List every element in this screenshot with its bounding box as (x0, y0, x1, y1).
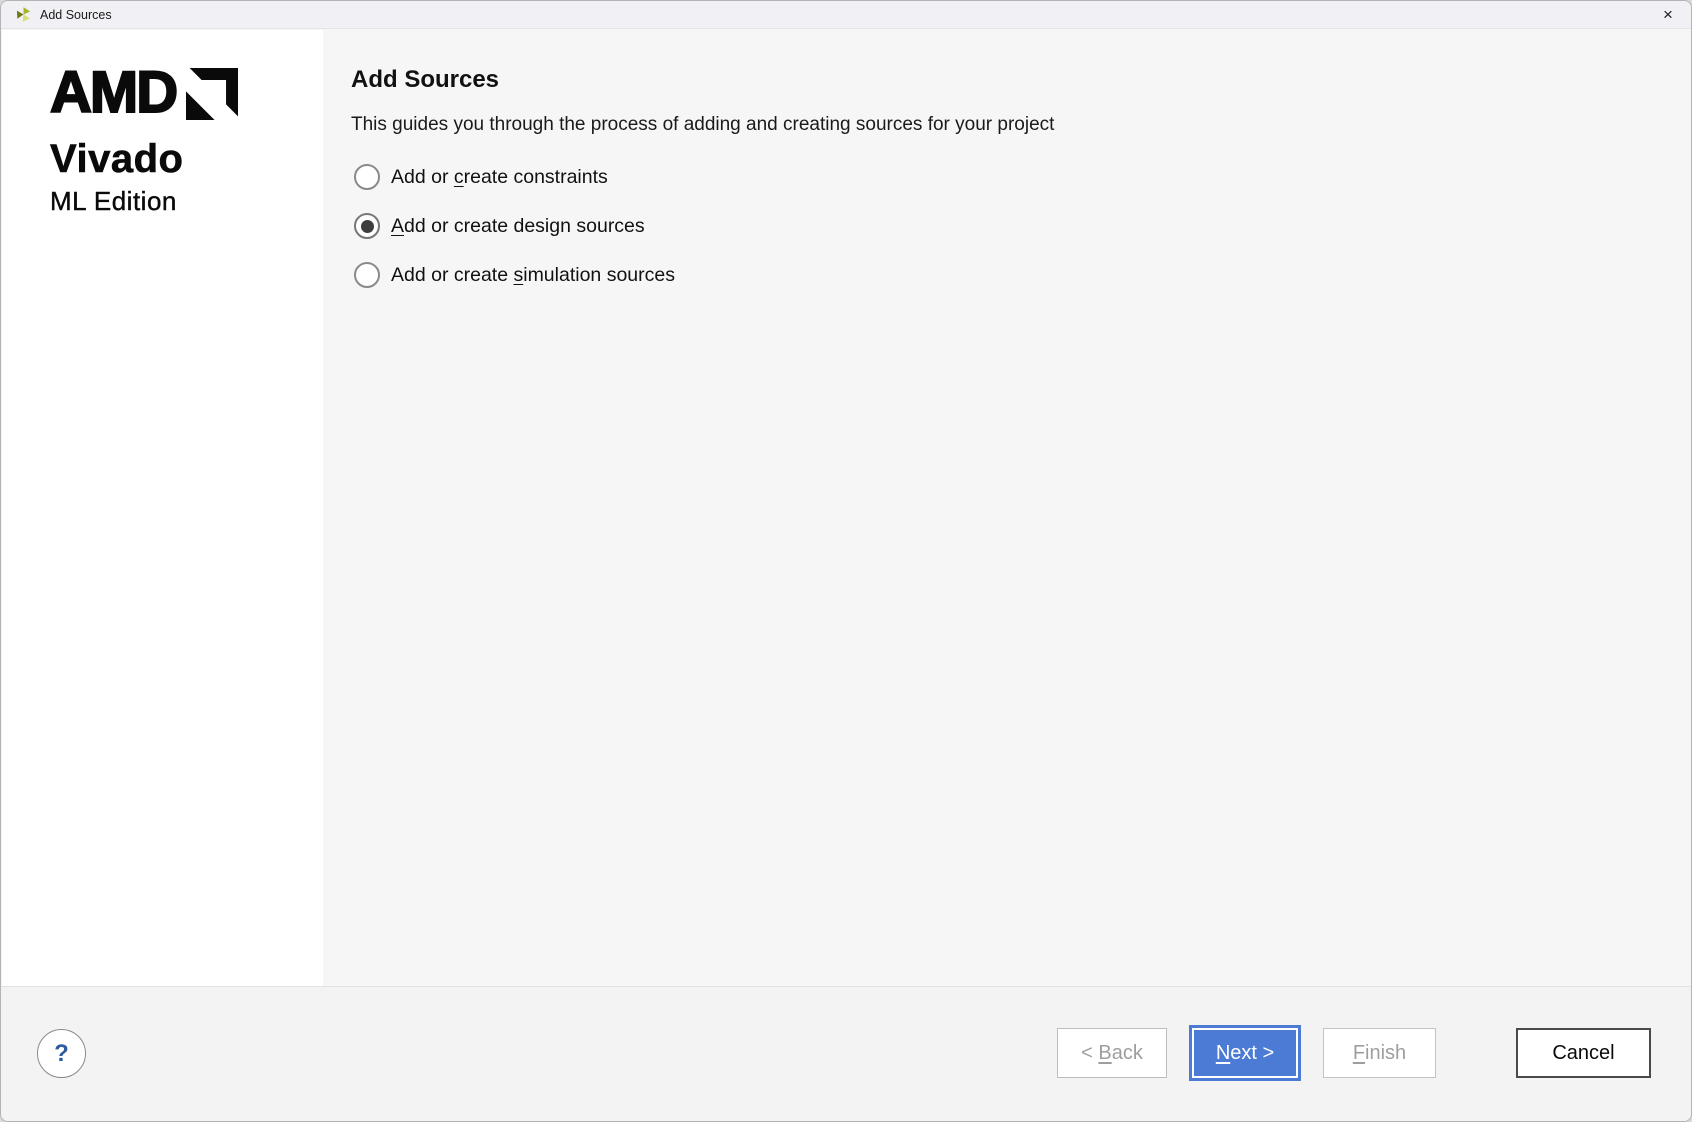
radio-button-icon (354, 262, 380, 288)
radio-button-icon (354, 164, 380, 190)
back-button[interactable]: < Back (1057, 1028, 1167, 1078)
radio-add-constraints[interactable]: Add or create constraints (354, 164, 1650, 190)
radio-label: Add or create design sources (391, 215, 645, 238)
next-button[interactable]: Next > (1192, 1028, 1298, 1078)
radio-button-icon (354, 213, 380, 239)
radio-label: Add or create simulation sources (391, 264, 675, 287)
title-bar: Add Sources × (1, 1, 1691, 29)
wizard-footer: ? < Back Next > Finish Cancel (1, 986, 1691, 1121)
wizard-page: Add Sources This guides you through the … (323, 30, 1690, 987)
page-title: Add Sources (351, 66, 1650, 94)
wizard-buttons: < Back Next > Finish Cancel (1057, 1028, 1651, 1078)
amd-arrow-logo-icon (186, 68, 238, 120)
close-button[interactable]: × (1645, 1, 1691, 29)
question-mark-icon: ? (54, 1040, 69, 1068)
source-type-radio-group: Add or create constraints Add or create … (351, 164, 1650, 288)
branding-sidebar: AMD Vivado ML Edition (2, 30, 323, 987)
window-title: Add Sources (40, 8, 112, 22)
radio-add-design-sources[interactable]: Add or create design sources (354, 213, 1650, 239)
vivado-wordmark: Vivado (50, 138, 323, 180)
radio-add-simulation-sources[interactable]: Add or create simulation sources (354, 262, 1650, 288)
page-description: This guides you through the process of a… (351, 114, 1650, 136)
add-sources-dialog: Add Sources × AMD Vivado ML Edition Add … (0, 0, 1692, 1122)
cancel-button[interactable]: Cancel (1516, 1028, 1651, 1078)
vivado-app-icon (15, 6, 32, 23)
finish-button[interactable]: Finish (1323, 1028, 1436, 1078)
close-icon: × (1663, 5, 1673, 25)
help-button[interactable]: ? (37, 1029, 86, 1078)
radio-label: Add or create constraints (391, 166, 608, 189)
amd-wordmark: AMD (50, 64, 176, 122)
ml-edition-label: ML Edition (50, 186, 323, 217)
